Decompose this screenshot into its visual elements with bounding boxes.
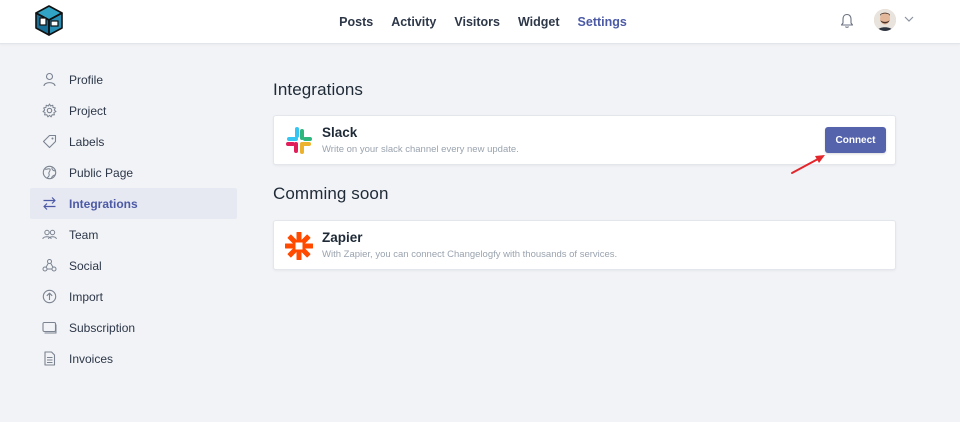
integrations-title: Integrations — [273, 80, 364, 99]
sidebar-item-project[interactable]: Project — [30, 95, 237, 126]
sidebar-item-team[interactable]: Team — [30, 219, 237, 250]
share-icon — [42, 258, 57, 273]
nav-visitors[interactable]: Visitors — [454, 15, 500, 29]
sidebar-item-label: Project — [69, 103, 107, 118]
bell-icon[interactable] — [840, 13, 854, 29]
user-avatar[interactable] — [874, 9, 896, 31]
card-icon — [42, 320, 57, 335]
user-icon — [42, 72, 57, 87]
sidebar-item-label: Team — [69, 227, 99, 242]
nav-settings[interactable]: Settings — [578, 15, 627, 29]
slack-name: Slack — [322, 125, 358, 140]
sidebar-item-label: Integrations — [69, 196, 138, 211]
sidebar-item-label: Public Page — [69, 165, 134, 180]
coming-soon-title: Comming soon — [273, 184, 389, 203]
sidebar-item-subscription[interactable]: Subscription — [30, 312, 237, 343]
sidebar-item-label: Labels — [69, 134, 105, 149]
upload-icon — [42, 289, 57, 304]
nav-posts[interactable]: Posts — [339, 15, 373, 29]
sidebar-item-public-page[interactable]: Public Page — [30, 157, 237, 188]
document-icon — [42, 351, 57, 366]
team-icon — [42, 227, 57, 242]
sidebar-item-label: Invoices — [69, 351, 114, 366]
nav-widget[interactable]: Widget — [518, 15, 560, 29]
sidebar-item-import[interactable]: Import — [30, 281, 237, 312]
nav-activity[interactable]: Activity — [391, 15, 436, 29]
settings-sidebar: Profile Project Labels Public Page Integ… — [30, 64, 237, 374]
globe-icon — [42, 165, 57, 180]
sidebar-item-label: Subscription — [69, 320, 136, 335]
slack-description: Write on your slack channel every new up… — [322, 144, 519, 155]
sidebar-item-label: Profile — [69, 72, 104, 87]
annotation-arrow-icon — [791, 155, 825, 174]
zapier-description: With Zapier, you can connect Changelogfy… — [322, 249, 618, 260]
sidebar-item-integrations[interactable]: Integrations — [30, 188, 237, 219]
gear-icon — [42, 103, 57, 118]
zapier-logo-icon — [285, 232, 313, 260]
connect-slack-button[interactable]: Connect — [825, 127, 886, 153]
sidebar-item-label: Social — [69, 258, 102, 273]
sidebar-item-label: Import — [69, 289, 104, 304]
sidebar-item-invoices[interactable]: Invoices — [30, 343, 237, 374]
main-nav: Posts Activity Visitors Widget Settings — [0, 0, 960, 44]
chevron-down-icon[interactable] — [903, 14, 915, 24]
sidebar-item-social[interactable]: Social — [30, 250, 237, 281]
slack-logo-icon — [286, 127, 312, 154]
sidebar-item-profile[interactable]: Profile — [30, 64, 237, 95]
zapier-name: Zapier — [322, 230, 363, 245]
tag-icon — [42, 134, 57, 149]
top-bar: Posts Activity Visitors Widget Settings — [0, 0, 960, 44]
sidebar-item-labels[interactable]: Labels — [30, 126, 237, 157]
zapier-integration-card: Zapier With Zapier, you can connect Chan… — [273, 220, 896, 270]
arrows-swap-icon — [42, 196, 57, 211]
